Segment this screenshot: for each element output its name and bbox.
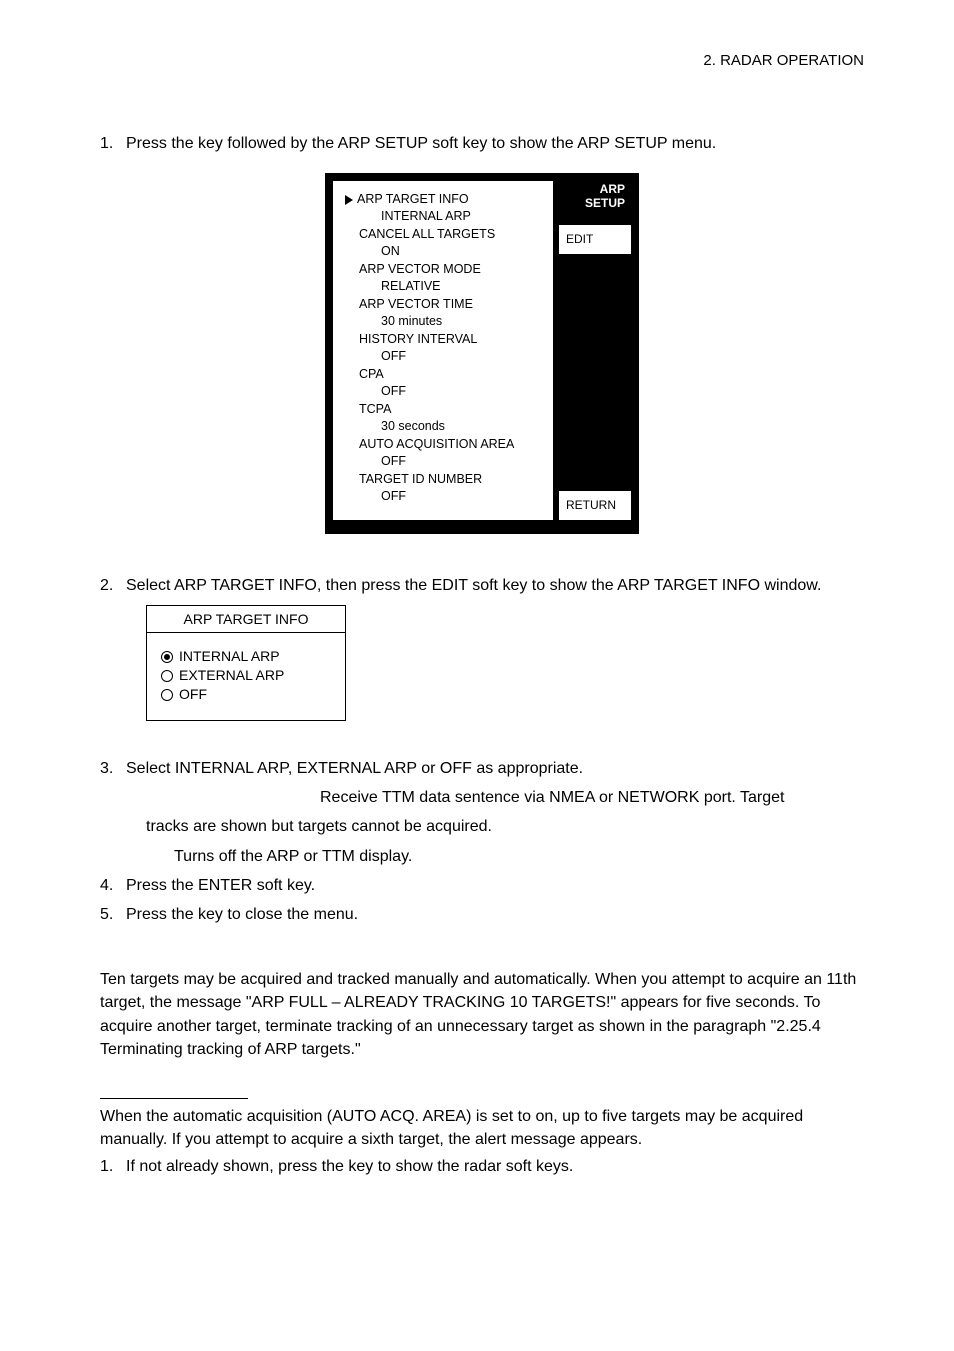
menu-value: ON	[345, 243, 543, 261]
menu-item-tcpa[interactable]: TCPA	[345, 401, 543, 419]
step-number: 2.	[100, 574, 126, 597]
menu-value: OFF	[345, 348, 543, 366]
step-number: 5.	[100, 903, 126, 926]
step-number: 1.	[100, 132, 126, 155]
step-2: 2. Select ARP TARGET INFO, then press th…	[100, 574, 864, 597]
option-label: EXTERNAL ARP	[179, 666, 284, 685]
menu-item-target-id[interactable]: TARGET ID NUMBER	[345, 471, 543, 489]
return-softkey[interactable]: RETURN	[559, 491, 631, 520]
menu-value: 30 seconds	[345, 418, 543, 436]
menu-tab-title: ARP SETUP	[559, 181, 631, 219]
option-internal-arp[interactable]: INTERNAL ARP	[161, 647, 333, 666]
step-5: 5. Press the key to close the menu.	[100, 903, 864, 926]
menu-value: INTERNAL ARP	[345, 208, 543, 226]
menu-value: RELATIVE	[345, 278, 543, 296]
menu-item-cancel-targets[interactable]: CANCEL ALL TARGETS	[345, 226, 543, 244]
arp-target-info-window: ARP TARGET INFO INTERNAL ARP EXTERNAL AR…	[146, 605, 346, 721]
radio-empty-icon	[161, 689, 173, 701]
menu-item-cpa[interactable]: CPA	[345, 366, 543, 384]
arp-setup-menu-figure: ARP TARGET INFO INTERNAL ARP CANCEL ALL …	[100, 173, 864, 534]
info-window-body: INTERNAL ARP EXTERNAL ARP OFF	[147, 633, 345, 720]
step-text: If not already shown, press the key to s…	[126, 1155, 864, 1178]
step-text: Select INTERNAL ARP, EXTERNAL ARP or OFF…	[126, 757, 864, 780]
tab-line1: ARP	[565, 183, 625, 197]
step-3: 3. Select INTERNAL ARP, EXTERNAL ARP or …	[100, 757, 864, 780]
tab-line2: SETUP	[565, 197, 625, 211]
menu-value: OFF	[345, 383, 543, 401]
page-header-right: 2. RADAR OPERATION	[100, 50, 864, 72]
menu-item-auto-acq[interactable]: AUTO ACQUISITION AREA	[345, 436, 543, 454]
menu-item-vector-mode[interactable]: ARP VECTOR MODE	[345, 261, 543, 279]
radio-selected-icon	[161, 651, 173, 663]
option-label: OFF	[179, 685, 207, 704]
edit-softkey[interactable]: EDIT	[559, 225, 631, 254]
paragraph-ten-targets: Ten targets may be acquired and tracked …	[100, 968, 864, 1061]
menu-item-history-interval[interactable]: HISTORY INTERVAL	[345, 331, 543, 349]
step-text: Select ARP TARGET INFO, then press the E…	[126, 574, 864, 597]
bottom-step-1: 1. If not already shown, press the key t…	[100, 1155, 864, 1178]
menu-item-arp-target-info[interactable]: ARP TARGET INFO	[345, 191, 543, 209]
menu-list-panel: ARP TARGET INFO INTERNAL ARP CANCEL ALL …	[333, 181, 553, 520]
step-1: 1. Press the key followed by the ARP SET…	[100, 132, 864, 155]
step-text: Press the key to close the menu.	[126, 903, 864, 926]
option-label: INTERNAL ARP	[179, 647, 280, 666]
menu-softkey-panel: ARP SETUP EDIT RETURN	[559, 181, 631, 520]
menu-value: OFF	[345, 488, 543, 506]
radio-empty-icon	[161, 670, 173, 682]
option-off[interactable]: OFF	[161, 685, 333, 704]
spacer	[559, 260, 631, 485]
menu-value: 30 minutes	[345, 313, 543, 331]
step-number: 3.	[100, 757, 126, 780]
paragraph-auto-acq: When the automatic acquisition (AUTO ACQ…	[100, 1105, 864, 1151]
menu-label: ARP TARGET INFO	[357, 191, 469, 209]
menu-value: OFF	[345, 453, 543, 471]
step-4: 4. Press the ENTER soft key.	[100, 874, 864, 897]
pointer-icon	[345, 195, 353, 205]
step-3-sub-a: Receive TTM data sentence via NMEA or NE…	[320, 786, 864, 809]
step-text: Press the ENTER soft key.	[126, 874, 864, 897]
option-external-arp[interactable]: EXTERNAL ARP	[161, 666, 333, 685]
step-3-sub-b: Turns off the ARP or TTM display.	[174, 845, 864, 868]
step-text: Press the key followed by the ARP SETUP …	[126, 132, 864, 155]
menu-item-vector-time[interactable]: ARP VECTOR TIME	[345, 296, 543, 314]
step-number: 4.	[100, 874, 126, 897]
info-window-title: ARP TARGET INFO	[147, 606, 345, 633]
section-underline	[100, 1085, 248, 1099]
step-number: 1.	[100, 1155, 126, 1178]
menu-outer-frame: ARP TARGET INFO INTERNAL ARP CANCEL ALL …	[325, 173, 639, 534]
step-3-sub-a-cont: tracks are shown but targets cannot be a…	[146, 815, 864, 838]
